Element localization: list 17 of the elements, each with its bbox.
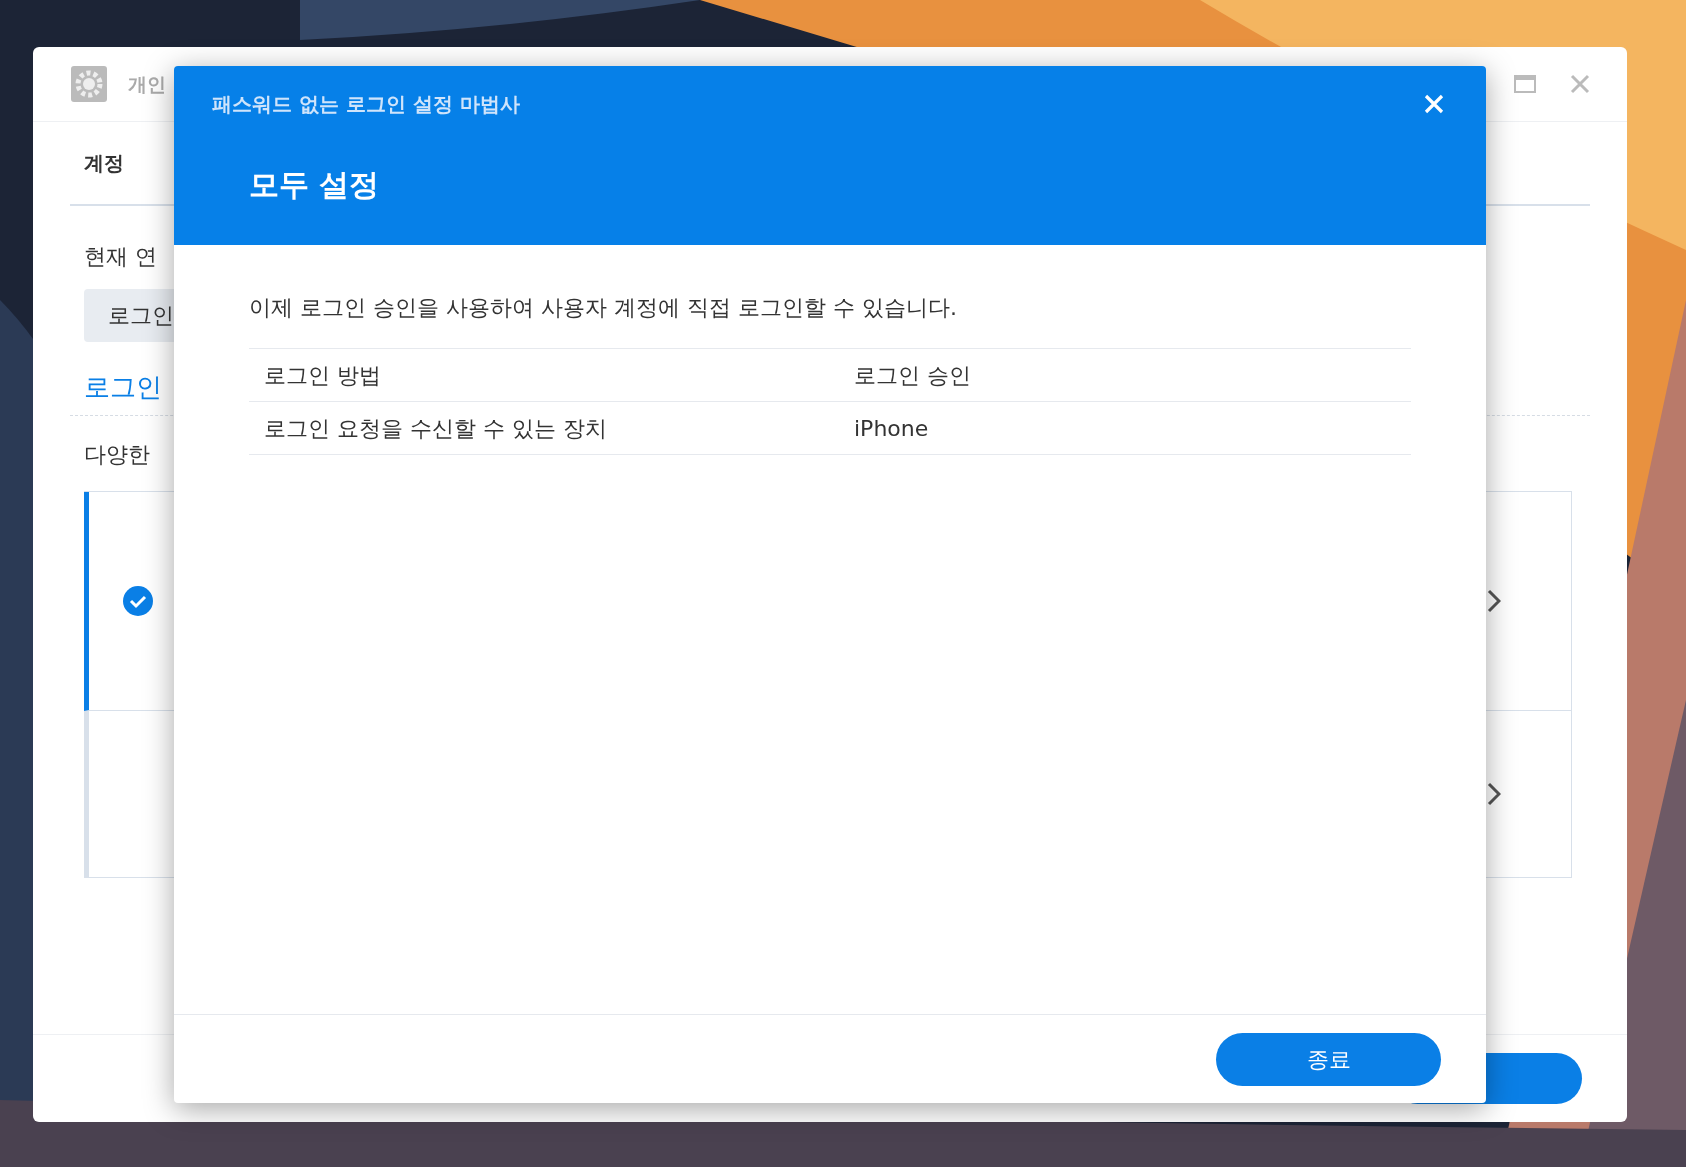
chevron-icon bbox=[1487, 782, 1501, 806]
window-title: 개인 bbox=[128, 71, 166, 97]
dialog-title: 패스워드 없는 로그인 설정 마법사 bbox=[212, 91, 520, 118]
finish-button[interactable]: 종료 bbox=[1216, 1032, 1441, 1086]
section-label: 현재 연 bbox=[84, 243, 158, 271]
chevron-icon bbox=[1487, 589, 1501, 613]
summary-label: 로그인 방법 bbox=[264, 361, 382, 390]
summary-value: iPhone bbox=[854, 414, 929, 443]
close-icon bbox=[1424, 94, 1444, 114]
summary-value: 로그인 승인 bbox=[854, 361, 971, 390]
message-text: 이제 로그인 승인을 사용하여 사용자 계정에 직접 로그인할 수 있습니다. bbox=[249, 294, 958, 322]
tab[interactable]: 계정 bbox=[84, 148, 124, 178]
check-icon bbox=[123, 586, 153, 616]
summary-label: 로그인 요청을 수신할 수 있는 장치 bbox=[264, 414, 608, 443]
gear-icon bbox=[70, 65, 108, 103]
dialog-heading: 모두 설정 bbox=[249, 166, 381, 204]
description-text: 다양한 bbox=[84, 441, 151, 469]
